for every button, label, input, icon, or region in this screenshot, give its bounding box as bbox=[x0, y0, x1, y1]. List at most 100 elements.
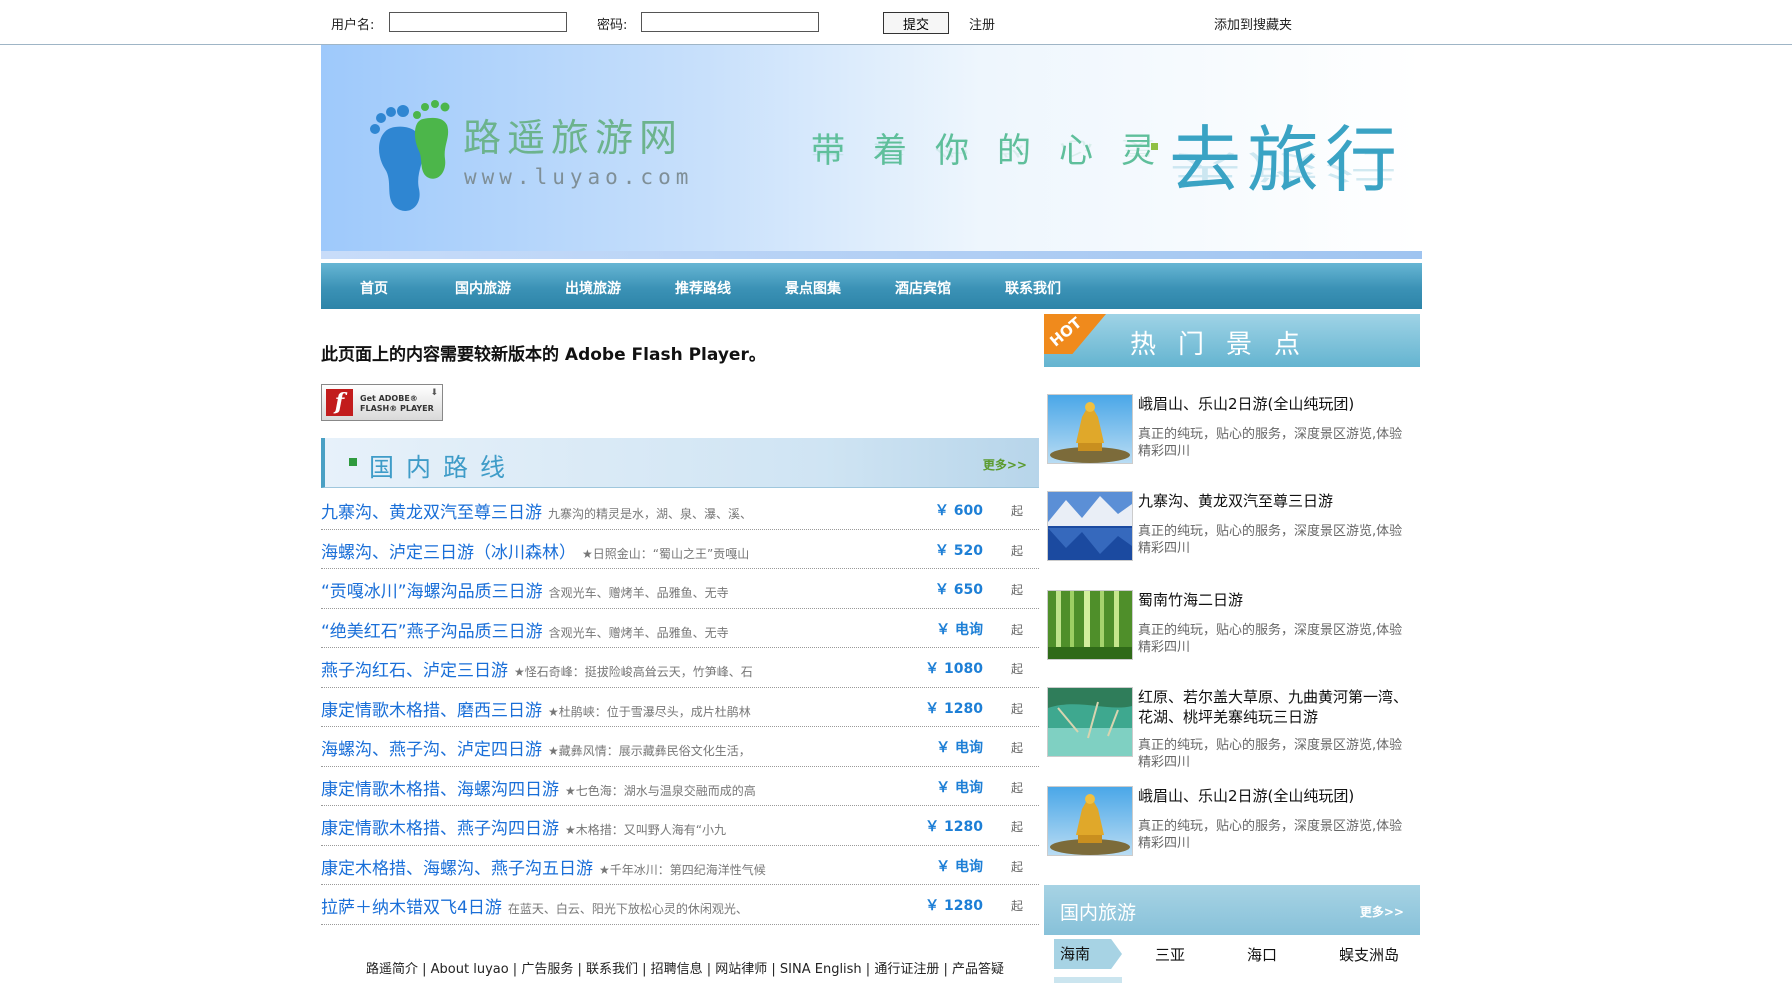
green-lake-photo[interactable] bbox=[1047, 687, 1133, 757]
route-name-text[interactable]: 康定情歌木格措、燕子沟四日游 bbox=[321, 819, 559, 839]
bamboo-forest-photo[interactable] bbox=[1047, 590, 1133, 660]
tab-hainan[interactable]: 海南 bbox=[1054, 939, 1122, 969]
route-name-text[interactable]: 康定情歌木格措、海螺沟四日游 bbox=[321, 780, 559, 800]
route-name[interactable]: 拉萨＋纳木错双飞4日游 在蓝天、白云、阳光下放松心灵的休闲观光、 bbox=[321, 893, 748, 918]
route-name[interactable]: 康定情歌木格措、燕子沟四日游 ★木格措：又叫野人海有“小九 bbox=[321, 814, 726, 839]
route-name-text[interactable]: 康定情歌木格措、磨西三日游 bbox=[321, 701, 542, 721]
route-name-text[interactable]: 海螺沟、燕子沟、泸定四日游 bbox=[321, 740, 542, 760]
route-desc: ★藏彝风情：展示藏彝民俗文化生活， bbox=[548, 744, 751, 758]
bookmark-link[interactable]: 添加到搜藏夹 bbox=[1214, 14, 1292, 33]
route-desc: 含观光车、赠烤羊、品雅鱼、无寺 bbox=[548, 586, 729, 600]
slogan-reflection: 带着你的心灵 bbox=[811, 136, 1183, 159]
route-price: ￥ 600 bbox=[934, 503, 983, 519]
route-price-suffix: 起 bbox=[1010, 741, 1023, 755]
hot-spot-item[interactable]: 峨眉山、乐山2日游(全山纯玩团) 真正的纯玩，贴心的服务，深度景区游览,体验精彩四… bbox=[1044, 786, 1420, 878]
route-name[interactable]: 康定情歌木格措、磨西三日游 ★杜鹃峡：位于雪瀑尽头，成片杜鹃林 bbox=[321, 696, 751, 721]
hot-spot-title[interactable]: 峨眉山、乐山2日游(全山纯玩团) bbox=[1138, 394, 1408, 414]
tab-wuzhizhou[interactable]: 蜈支洲岛 bbox=[1339, 944, 1399, 965]
flash-logo-icon: f bbox=[326, 389, 353, 416]
golden-buddha-photo[interactable] bbox=[1047, 394, 1133, 464]
hot-spots-header: HOT 热门景点 bbox=[1044, 314, 1420, 367]
route-row[interactable]: 海螺沟、燕子沟、泸定四日游 ★藏彝风情：展示藏彝民俗文化生活， ￥ 电询 起 bbox=[321, 727, 1039, 767]
hot-spots-title: 热门景点 bbox=[1130, 330, 1323, 360]
routes-list: 九寨沟、黄龙双汽至尊三日游 九寨沟的精灵是水，湖、泉、瀑、溪、 ￥ 600 起海螺沟、… bbox=[321, 490, 1039, 925]
banner-bottom-strip bbox=[321, 251, 1422, 259]
route-desc: ★千年冰川：第四纪海洋性气候 bbox=[599, 862, 766, 877]
route-name-text[interactable]: 九寨沟、黄龙双汽至尊三日游 bbox=[321, 503, 542, 523]
hot-spot-title[interactable]: 九寨沟、黄龙双汽至尊三日游 bbox=[1138, 491, 1408, 511]
route-desc: ★杜鹃峡：位于雪瀑尽头，成片杜鹃林 bbox=[548, 704, 751, 719]
nav-outbound[interactable]: 出境旅游 bbox=[565, 278, 621, 298]
route-desc: ★怪石奇峰：挺拔险峻高耸云天，竹笋峰、石 bbox=[514, 665, 753, 679]
route-price: ￥ 电询 bbox=[936, 858, 983, 875]
nav-hotels[interactable]: 酒店宾馆 bbox=[895, 278, 951, 298]
route-name-text[interactable]: 海螺沟、泸定三日游（冰川森林） bbox=[321, 543, 576, 563]
routes-header: 国内路线 更多>> bbox=[321, 438, 1039, 488]
username-label: 用户名: bbox=[331, 18, 375, 33]
route-row[interactable]: “绝美红石”燕子沟品质三日游 含观光车、赠烤羊、品雅鱼、无寺 ￥ 电询 起 bbox=[321, 609, 1039, 648]
username-input[interactable] bbox=[389, 12, 567, 32]
nav-gallery[interactable]: 景点图集 bbox=[785, 278, 841, 298]
mountain-lake-photo[interactable] bbox=[1047, 491, 1133, 561]
nav-recommended[interactable]: 推荐路线 bbox=[675, 278, 731, 298]
nav-home[interactable]: 首页 bbox=[360, 278, 388, 298]
hot-spot-item[interactable]: 蜀南竹海二日游真正的纯玩，贴心的服务，深度景区游览,体验精彩四川 bbox=[1044, 590, 1420, 682]
hot-spot-title[interactable]: 峨眉山、乐山2日游(全山纯玩团) bbox=[1138, 786, 1408, 806]
hot-spot-title[interactable]: 红原、若尔盖大草原、九曲黄河第一湾、花湖、桃坪羌寨纯玩三日游 bbox=[1138, 687, 1408, 727]
route-desc: 九寨沟的精灵是水，湖、泉、瀑、溪、 bbox=[548, 507, 753, 521]
tab-underline bbox=[1054, 977, 1122, 983]
route-name[interactable]: “贡嘎冰川”海螺沟品质三日游 含观光车、赠烤羊、品雅鱼、无寺 bbox=[321, 577, 729, 602]
logo-url: www.luyao.com bbox=[464, 165, 694, 189]
square-bullet-icon bbox=[349, 458, 357, 466]
route-row[interactable]: “贡嘎冰川”海螺沟品质三日游 含观光车、赠烤羊、品雅鱼、无寺 ￥ 650 起 bbox=[321, 569, 1039, 609]
route-name[interactable]: 九寨沟、黄龙双汽至尊三日游 九寨沟的精灵是水，湖、泉、瀑、溪、 bbox=[321, 498, 752, 523]
route-name[interactable]: 海螺沟、泸定三日游（冰川森林） ★日照金山：“蜀山之王”贡嘎山 bbox=[321, 538, 749, 563]
logo-text: 路遥旅游网 bbox=[463, 116, 684, 160]
site-banner: 路遥旅游网 www.luyao.com 带着你的心灵 带着你的心灵 去旅行 去旅… bbox=[321, 45, 1422, 259]
route-row[interactable]: 康定情歌木格措、磨西三日游 ★杜鹃峡：位于雪瀑尽头，成片杜鹃林 ￥ 1280 起 bbox=[321, 688, 1039, 727]
footer-links[interactable]: 路遥简介 | About luyao | 广告服务 | 联系我们 | 招聘信息 … bbox=[366, 958, 1004, 977]
submit-button[interactable]: 提交 bbox=[883, 12, 949, 34]
hot-spot-title[interactable]: 蜀南竹海二日游 bbox=[1138, 590, 1408, 610]
main-nav: 首页 国内旅游 出境旅游 推荐路线 景点图集 酒店宾馆 联系我们 bbox=[321, 263, 1422, 309]
route-row[interactable]: 拉萨＋纳木错双飞4日游 在蓝天、白云、阳光下放松心灵的休闲观光、 ￥ 1280 起 bbox=[321, 885, 1039, 925]
hot-spot-desc: 真正的纯玩，贴心的服务，深度景区游览,体验精彩四川 bbox=[1138, 623, 1403, 655]
hot-spot-item[interactable]: 峨眉山、乐山2日游(全山纯玩团) 真正的纯玩，贴心的服务，深度景区游览,体验精彩四… bbox=[1044, 394, 1420, 486]
hot-spot-desc: 真正的纯玩，贴心的服务，深度景区游览,体验精彩四川 bbox=[1138, 427, 1403, 459]
route-price-suffix: 起 bbox=[1010, 583, 1023, 597]
hot-spot-item[interactable]: 九寨沟、黄龙双汽至尊三日游真正的纯玩，贴心的服务，深度景区游览,体验精彩四川 bbox=[1044, 491, 1420, 583]
route-price: ￥ 电询 bbox=[936, 621, 983, 638]
register-link[interactable]: 注册 bbox=[969, 14, 995, 33]
route-name[interactable]: 燕子沟红石、泸定三日游 ★怪石奇峰：挺拔险峻高耸云天，竹笋峰、石 bbox=[321, 656, 753, 681]
route-price-suffix: 起 bbox=[1010, 780, 1023, 795]
route-row[interactable]: 九寨沟、黄龙双汽至尊三日游 九寨沟的精灵是水，湖、泉、瀑、溪、 ￥ 600 起 bbox=[321, 490, 1039, 530]
nav-domestic[interactable]: 国内旅游 bbox=[455, 278, 511, 298]
route-name[interactable]: 海螺沟、燕子沟、泸定四日游 ★藏彝风情：展示藏彝民俗文化生活， bbox=[321, 735, 751, 760]
route-name-text[interactable]: 康定木格措、海螺沟、燕子沟五日游 bbox=[321, 859, 593, 879]
routes-more-link[interactable]: 更多>> bbox=[983, 456, 1027, 473]
route-name-text[interactable]: “贡嘎冰川”海螺沟品质三日游 bbox=[321, 582, 543, 602]
tab-haikou[interactable]: 海口 bbox=[1247, 944, 1277, 965]
domestic-more-link[interactable]: 更多>> bbox=[1360, 903, 1404, 920]
golden-buddha-photo[interactable] bbox=[1047, 786, 1133, 856]
route-row[interactable]: 康定情歌木格措、燕子沟四日游 ★木格措：又叫野人海有“小九 ￥ 1280 起 bbox=[321, 806, 1039, 846]
password-input[interactable] bbox=[641, 12, 819, 32]
hot-spot-desc: 真正的纯玩，贴心的服务，深度景区游览,体验精彩四川 bbox=[1138, 524, 1403, 556]
hot-spot-item[interactable]: 红原、若尔盖大草原、九曲黄河第一湾、花湖、桃坪羌寨纯玩三日游真正的纯玩，贴心的服… bbox=[1044, 687, 1420, 779]
route-name-text[interactable]: 拉萨＋纳木错双飞4日游 bbox=[321, 898, 502, 918]
nav-contact[interactable]: 联系我们 bbox=[1005, 278, 1061, 298]
get-flash-button[interactable]: f Get ADOBE® FLASH® PLAYER ⬇ bbox=[321, 384, 443, 421]
hot-spot-desc: 真正的纯玩，贴心的服务，深度景区游览,体验精彩四川 bbox=[1138, 738, 1403, 770]
slogan-dot bbox=[1151, 143, 1158, 150]
route-name-text[interactable]: 燕子沟红石、泸定三日游 bbox=[321, 661, 508, 681]
route-row[interactable]: 康定木格措、海螺沟、燕子沟五日游 ★千年冰川：第四纪海洋性气候 ￥ 电询 起 bbox=[321, 846, 1039, 885]
route-name[interactable]: 康定情歌木格措、海螺沟四日游 ★七色海：湖水与温泉交融而成的高 bbox=[321, 775, 756, 800]
route-row[interactable]: 海螺沟、泸定三日游（冰川森林） ★日照金山：“蜀山之王”贡嘎山 ￥ 520 起 bbox=[321, 530, 1039, 569]
domestic-title: 国内旅游 bbox=[1060, 902, 1137, 924]
route-row[interactable]: 燕子沟红石、泸定三日游 ★怪石奇峰：挺拔险峻高耸云天，竹笋峰、石 ￥ 1080 起 bbox=[321, 648, 1039, 688]
tab-sanya[interactable]: 三亚 bbox=[1155, 944, 1185, 965]
route-name-text[interactable]: “绝美红石”燕子沟品质三日游 bbox=[321, 622, 543, 642]
route-name[interactable]: “绝美红石”燕子沟品质三日游 含观光车、赠烤羊、品雅鱼、无寺 bbox=[321, 617, 729, 642]
route-name[interactable]: 康定木格措、海螺沟、燕子沟五日游 ★千年冰川：第四纪海洋性气候 bbox=[321, 854, 766, 879]
route-row[interactable]: 康定情歌木格措、海螺沟四日游 ★七色海：湖水与温泉交融而成的高 ￥ 电询 起 bbox=[321, 767, 1039, 806]
